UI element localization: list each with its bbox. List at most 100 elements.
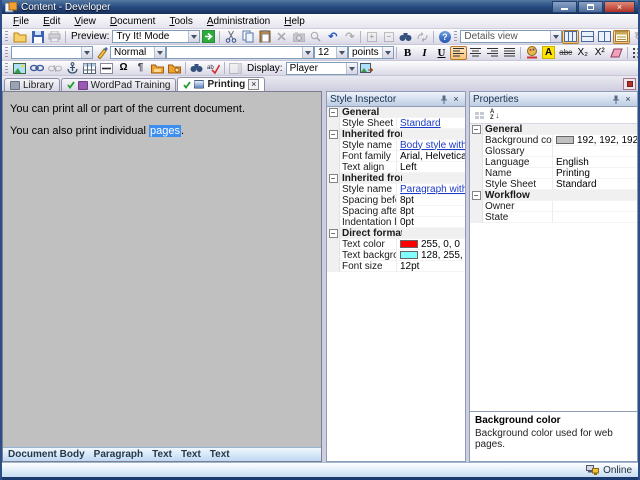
toolbar-grip[interactable] — [454, 31, 458, 42]
property-row[interactable]: − Spacing after 8pt — [327, 206, 465, 217]
property-row[interactable]: − Font size 12pt — [327, 261, 465, 272]
property-row[interactable]: − Name Printing — [470, 168, 637, 179]
selected-text[interactable]: pages — [149, 125, 182, 137]
find-button[interactable] — [397, 30, 414, 44]
document-tab[interactable]: Library — [4, 78, 60, 91]
run-preview-button[interactable] — [200, 30, 217, 44]
dropdown-arrow-icon[interactable] — [81, 47, 92, 58]
property-row[interactable]: − Font family Arial, Helvetica, sa... — [327, 151, 465, 162]
document-editor[interactable]: You can print all or part of the current… — [3, 92, 321, 447]
formatting-marks-button[interactable]: ¶ — [132, 61, 149, 75]
property-row[interactable]: − Style Sheet Standard — [327, 118, 465, 129]
toolbar-grip[interactable] — [5, 47, 8, 58]
path-item[interactable]: Text — [152, 449, 172, 460]
property-row[interactable]: − Language English — [470, 157, 637, 168]
font-family-combo[interactable] — [166, 46, 314, 59]
dropdown-arrow-icon[interactable] — [382, 47, 393, 58]
document-tab[interactable]: WordPad Training — [60, 78, 177, 91]
property-row[interactable]: − Owner — [470, 201, 637, 212]
font-size-combo[interactable]: 12 — [314, 46, 348, 59]
remove-link-button[interactable] — [46, 61, 64, 75]
dropdown-arrow-icon[interactable] — [336, 47, 347, 58]
dropdown-arrow-icon[interactable] — [154, 47, 165, 58]
property-value-cell[interactable] — [553, 201, 637, 212]
align-right-button[interactable] — [484, 46, 501, 60]
property-row[interactable]: − Inherited from Default Document Body — [327, 129, 465, 140]
property-row[interactable]: − Inherited from Default Paragraph — [327, 173, 465, 184]
property-row[interactable]: − Style Sheet Standard — [470, 179, 637, 190]
property-row[interactable]: − Workflow — [470, 190, 637, 201]
property-row[interactable]: − Direct formatting — [327, 228, 465, 239]
property-row[interactable]: − Text align Left — [327, 162, 465, 173]
collapse-icon[interactable]: − — [471, 191, 481, 200]
horizontal-split-button[interactable] — [579, 30, 596, 44]
property-value-cell[interactable] — [559, 124, 637, 135]
property-row[interactable]: − Background color 192, 192, 192 — [470, 135, 637, 146]
undo-button[interactable]: ↶ — [324, 30, 341, 44]
menu-item[interactable]: View — [67, 15, 103, 28]
find-in-document-button[interactable] — [188, 61, 205, 75]
redo-button[interactable]: ↷ — [341, 30, 358, 44]
delete-button[interactable] — [273, 30, 290, 44]
insert-table-button[interactable] — [81, 61, 98, 75]
property-value-cell[interactable]: Standard — [553, 179, 637, 190]
path-item[interactable]: Text — [210, 449, 230, 460]
insert-link-button[interactable] — [28, 61, 46, 75]
style-sheet-combo[interactable] — [11, 46, 93, 59]
categorized-view-button[interactable] — [475, 111, 484, 119]
vertical-split-button[interactable] — [596, 30, 613, 44]
font-color-button[interactable]: A — [540, 46, 557, 60]
property-row[interactable]: − Spacing before 8pt — [327, 195, 465, 206]
dropdown-arrow-icon[interactable] — [302, 47, 313, 58]
panel-close-button[interactable]: × — [622, 93, 634, 105]
paragraph-style-combo[interactable]: Normal — [110, 46, 166, 59]
font-unit-combo[interactable]: points — [348, 46, 394, 59]
anchor-button[interactable] — [64, 61, 81, 75]
minimize-button[interactable] — [552, 1, 577, 13]
property-row[interactable]: − Style name Paragraph with 8 p... — [327, 184, 465, 195]
property-value-cell[interactable] — [553, 212, 637, 223]
replace-button[interactable] — [414, 30, 431, 44]
orange-folder-button-1[interactable] — [149, 61, 166, 75]
property-value-cell[interactable]: 192, 192, 192 — [553, 135, 637, 146]
snapshot-button[interactable] — [290, 30, 307, 44]
property-value-cell[interactable]: English — [553, 157, 637, 168]
collapse-icon[interactable]: − — [471, 125, 481, 134]
property-value-cell[interactable] — [559, 190, 637, 201]
horizontal-rule-button[interactable] — [98, 61, 115, 75]
numbered-list-button[interactable] — [630, 46, 638, 60]
document-tab[interactable]: Printing × — [177, 77, 266, 91]
property-row[interactable]: − Style name Body style with 8 p... — [327, 140, 465, 151]
zoom-out-button[interactable]: − — [380, 30, 397, 44]
property-value-cell[interactable] — [553, 146, 637, 157]
path-item[interactable]: Document Body — [8, 449, 85, 460]
cut-button[interactable] — [222, 30, 239, 44]
panel-close-button[interactable]: × — [450, 93, 462, 105]
preview-mode-combo[interactable]: Try It! Mode — [112, 30, 201, 43]
dropdown-arrow-icon[interactable] — [188, 31, 200, 42]
menu-item[interactable]: File — [6, 15, 36, 28]
property-value-cell[interactable]: Printing — [553, 168, 637, 179]
orange-folder-button-2[interactable] — [166, 61, 183, 75]
panel-toggle-button[interactable] — [227, 61, 244, 75]
italic-button[interactable]: I — [416, 46, 433, 60]
pin-button[interactable] — [438, 93, 450, 105]
collapse-icon[interactable]: − — [328, 229, 338, 238]
collapse-icon[interactable]: − — [328, 130, 338, 139]
highlight-color-button[interactable] — [523, 46, 540, 60]
sort-alphabetical-button[interactable]: A Z ↓ — [490, 109, 499, 121]
maximize-button[interactable] — [578, 1, 603, 13]
zoom-in-button[interactable]: + — [363, 30, 380, 44]
clear-formatting-button[interactable] — [608, 46, 625, 60]
copy-button[interactable] — [239, 30, 256, 44]
properties-toggle-button[interactable] — [613, 29, 631, 44]
print-button[interactable] — [46, 30, 63, 44]
align-justify-button[interactable] — [501, 46, 518, 60]
format-painter-button[interactable] — [93, 46, 110, 60]
insert-image-button[interactable] — [11, 61, 28, 75]
preview-image-button[interactable] — [358, 61, 375, 75]
tab-close-icon[interactable]: × — [248, 79, 260, 90]
align-left-button[interactable] — [450, 45, 467, 60]
collapse-icon[interactable]: − — [328, 174, 338, 183]
menu-item[interactable]: Administration — [200, 15, 277, 28]
